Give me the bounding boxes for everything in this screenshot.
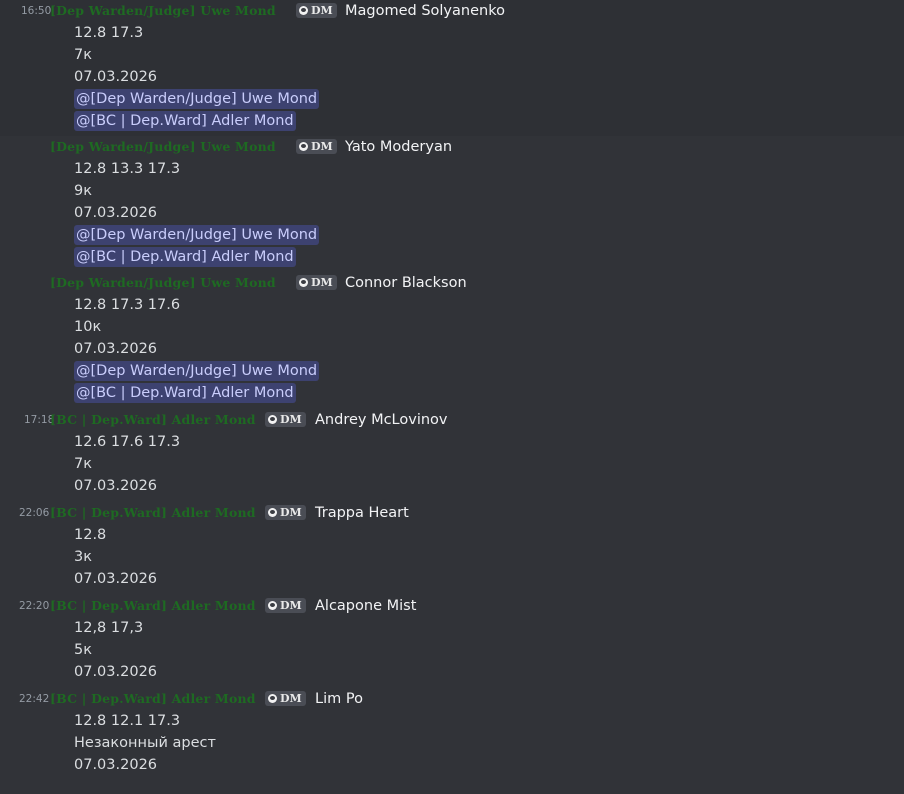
author-name[interactable]: [Dep Warden/Judge] Uwe Mond	[50, 272, 276, 294]
mention[interactable]: @[BC | Dep.Ward] Adler Mond	[74, 383, 296, 403]
message-subject: Alcapone Mist	[315, 598, 417, 614]
message-line: 3к	[74, 549, 92, 565]
message-subject: Magomed Solyanenko	[345, 3, 505, 19]
author-name[interactable]: [BC | Dep.Ward] Adler Mond	[50, 502, 256, 524]
role-badge: DM	[265, 505, 306, 520]
message-line: 7к	[74, 47, 92, 63]
role-badge-label: DM	[311, 276, 333, 289]
message-header: 22:20 [BC | Dep.Ward] Adler Mond DM Alca…	[0, 595, 904, 617]
mask-icon	[268, 415, 277, 424]
mention[interactable]: @[BC | Dep.Ward] Adler Mond	[74, 247, 296, 267]
role-badge: DM	[296, 3, 337, 18]
mention[interactable]: @[Dep Warden/Judge] Uwe Mond	[74, 89, 320, 109]
message-subject: Trappa Heart	[315, 505, 409, 521]
message-subject: Yato Moderyan	[345, 139, 453, 155]
timestamp[interactable]: 16:50	[21, 0, 51, 22]
role-badge-label: DM	[311, 140, 333, 153]
mention[interactable]: @[Dep Warden/Judge] Uwe Mond	[74, 225, 320, 245]
message[interactable]: 22:42 [BC | Dep.Ward] Adler Mond DM Lim …	[0, 688, 904, 781]
message-line: 07.03.2026	[74, 664, 158, 680]
role-badge: DM	[296, 275, 337, 290]
message[interactable]: [Dep Warden/Judge] Uwe Mond DM Yato Mode…	[0, 136, 904, 272]
message[interactable]: 16:50 [Dep Warden/Judge] Uwe Mond DM Mag…	[0, 0, 904, 136]
mask-icon	[299, 142, 308, 151]
message-line: 12.8 17.3	[74, 25, 144, 41]
timestamp[interactable]: 22:06	[19, 502, 49, 524]
mention[interactable]: @[BC | Dep.Ward] Adler Mond	[74, 111, 296, 131]
message-header: 16:50 [Dep Warden/Judge] Uwe Mond DM Mag…	[0, 0, 904, 22]
role-badge: DM	[296, 139, 337, 154]
message-line: 12,8 17,3	[74, 620, 144, 636]
message-line: 07.03.2026	[74, 478, 158, 494]
mask-icon	[268, 601, 277, 610]
mask-icon	[268, 694, 277, 703]
role-badge-label: DM	[280, 692, 302, 705]
author-name[interactable]: [BC | Dep.Ward] Adler Mond	[50, 409, 256, 431]
message-subject: Connor Blackson	[345, 275, 467, 291]
mask-icon	[268, 508, 277, 517]
message-line: 07.03.2026	[74, 205, 158, 221]
message-header: [Dep Warden/Judge] Uwe Mond DM Yato Mode…	[0, 136, 904, 158]
author-name[interactable]: [Dep Warden/Judge] Uwe Mond	[50, 0, 276, 22]
message-line: Незаконный арест	[74, 735, 216, 751]
message-line: 12.8 13.3 17.3	[74, 161, 181, 177]
author-name[interactable]: [BC | Dep.Ward] Adler Mond	[50, 595, 256, 617]
message-line: 12.8 12.1 17.3	[74, 713, 181, 729]
message-subject: Andrey McLovinov	[315, 412, 448, 428]
role-badge-label: DM	[280, 413, 302, 426]
message-header: 22:42 [BC | Dep.Ward] Adler Mond DM Lim …	[0, 688, 904, 710]
role-badge-label: DM	[280, 506, 302, 519]
timestamp[interactable]: 22:20	[19, 595, 49, 617]
message-subject: Lim Po	[315, 691, 363, 707]
mention[interactable]: @[Dep Warden/Judge] Uwe Mond	[74, 361, 320, 381]
author-name[interactable]: [BC | Dep.Ward] Adler Mond	[50, 688, 256, 710]
message-header: [Dep Warden/Judge] Uwe Mond DM Connor Bl…	[0, 272, 904, 294]
role-badge-label: DM	[311, 4, 333, 17]
author-name[interactable]: [Dep Warden/Judge] Uwe Mond	[50, 136, 276, 158]
message-line: 5к	[74, 642, 92, 658]
message-line: 07.03.2026	[74, 341, 158, 357]
message-line: 07.03.2026	[74, 69, 158, 85]
message[interactable]: [Dep Warden/Judge] Uwe Mond DM Connor Bl…	[0, 272, 904, 409]
message-line: 12.8	[74, 527, 107, 543]
mask-icon	[299, 6, 308, 15]
message-header: 22:06 [BC | Dep.Ward] Adler Mond DM Trap…	[0, 502, 904, 524]
role-badge: DM	[265, 691, 306, 706]
mask-icon	[299, 278, 308, 287]
message-line: 12.6 17.6 17.3	[74, 434, 181, 450]
role-badge: DM	[265, 412, 306, 427]
message-line: 12.8 17.3 17.6	[74, 297, 181, 313]
role-badge: DM	[265, 598, 306, 613]
message[interactable]: 17:18 [BC | Dep.Ward] Adler Mond DM Andr…	[0, 409, 904, 502]
timestamp[interactable]: 22:42	[19, 688, 49, 710]
message-line: 10к	[74, 319, 102, 335]
message-line: 07.03.2026	[74, 571, 158, 587]
message-header: 17:18 [BC | Dep.Ward] Adler Mond DM Andr…	[0, 409, 904, 431]
message-line: 7к	[74, 456, 92, 472]
message[interactable]: 22:20 [BC | Dep.Ward] Adler Mond DM Alca…	[0, 595, 904, 688]
message-line: 9к	[74, 183, 92, 199]
message[interactable]: 22:06 [BC | Dep.Ward] Adler Mond DM Trap…	[0, 502, 904, 595]
message-list: 16:50 [Dep Warden/Judge] Uwe Mond DM Mag…	[0, 0, 904, 794]
message-line: 07.03.2026	[74, 757, 158, 773]
role-badge-label: DM	[280, 599, 302, 612]
